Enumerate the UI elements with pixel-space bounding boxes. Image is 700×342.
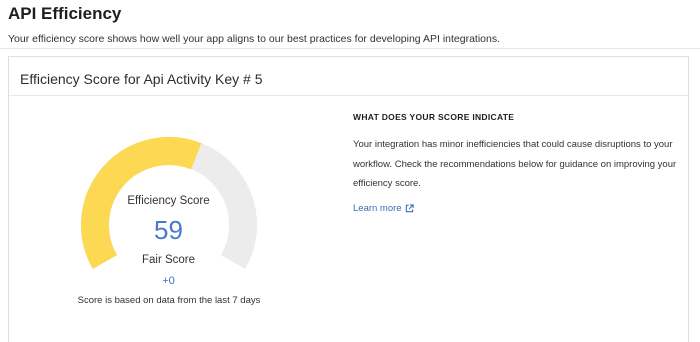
score-delta: +0 [162, 275, 175, 287]
score-rating: Fair Score [141, 254, 196, 266]
learn-more-label: Learn more [353, 203, 402, 214]
info-heading: WHAT DOES YOUR SCORE INDICATE [353, 112, 515, 122]
info-body: Your integration has minor inefficiencie… [353, 139, 677, 189]
score-caption: Efficiency Score [127, 195, 210, 207]
score-value: 59 [154, 215, 183, 245]
efficiency-score-card: Efficiency Score for Api Activity Key # … [8, 56, 689, 342]
page-subtitle: Your efficiency score shows how well you… [8, 33, 501, 45]
page-title: API Efficiency [8, 4, 122, 23]
learn-more-link[interactable]: Learn more [353, 203, 414, 214]
external-link-icon [405, 204, 414, 213]
header-divider [0, 48, 700, 49]
api-efficiency-page: API Efficiency Your efficiency score sho… [0, 0, 700, 342]
score-note: Score is based on data from the last 7 d… [77, 295, 261, 306]
